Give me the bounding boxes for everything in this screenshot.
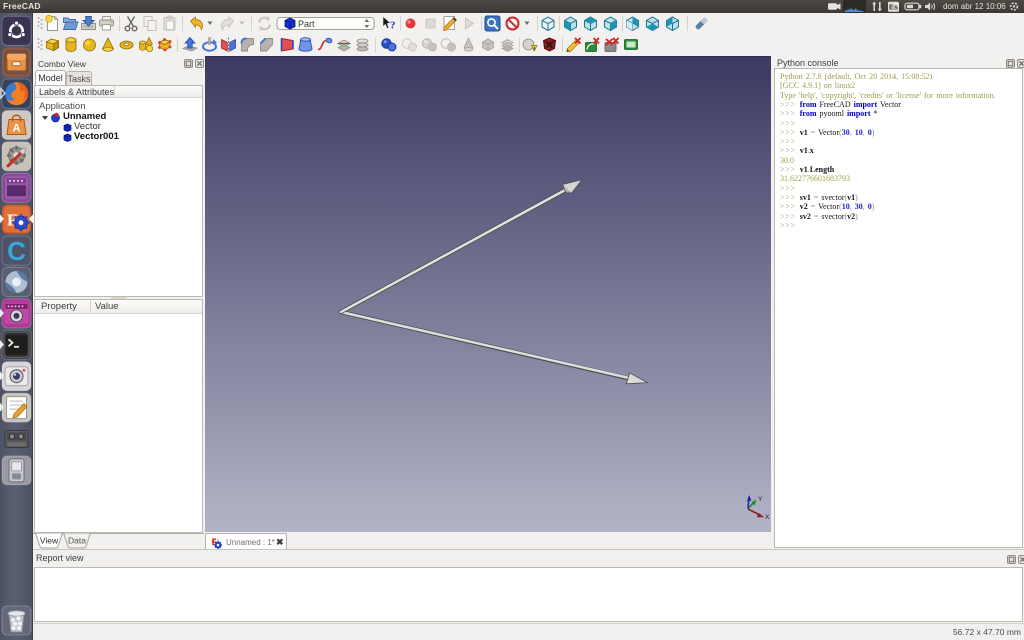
svg-text:Data: Data — [68, 536, 86, 546]
svg-text:X: X — [765, 514, 770, 521]
svg-text:Y: Y — [758, 496, 763, 503]
svg-text:C: C — [7, 236, 26, 266]
svg-text:A: A — [13, 123, 21, 135]
svg-text:View: View — [40, 536, 59, 546]
svg-text:?: ? — [390, 20, 396, 32]
svg-text:Part: Part — [298, 19, 315, 29]
